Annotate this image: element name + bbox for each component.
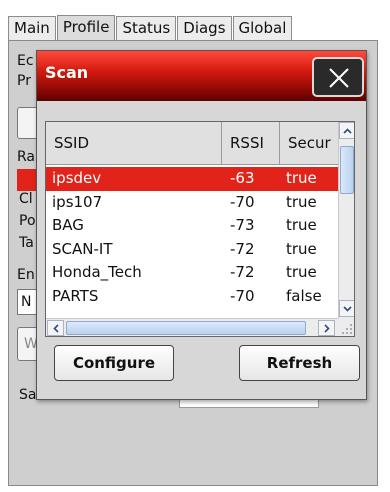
resize-grip-icon	[338, 318, 354, 336]
secure-cell: true	[286, 192, 317, 211]
tab-global[interactable]: Global	[232, 16, 293, 40]
dialog-titlebar: Scan	[37, 51, 366, 101]
tab-diags[interactable]: Diags	[177, 16, 232, 40]
ssid-cell: SCAN-IT	[52, 239, 113, 258]
list-item[interactable]: SCAN-IT -72 true	[46, 238, 338, 262]
close-button[interactable]	[312, 57, 364, 97]
chevron-left-icon	[52, 323, 59, 333]
list-rows: ipsdev -63 true ips107 -70 true BAG -73 …	[46, 167, 338, 308]
secure-cell: true	[286, 263, 317, 281]
secure-cell: false	[286, 286, 322, 305]
chevron-right-icon	[323, 323, 330, 333]
list-item[interactable]: ips107 -70 true	[46, 191, 338, 215]
rssi-cell: -70	[230, 192, 255, 211]
secure-cell: true	[286, 169, 317, 187]
list-header: SSID RSSI Secur	[46, 122, 338, 165]
bg-label-sa: Sa	[19, 387, 37, 403]
bg-label-pr: Pr	[17, 73, 31, 89]
ssid-cell: ipsdev	[52, 169, 102, 187]
tab-main[interactable]: Main	[8, 16, 56, 40]
scroll-down-button[interactable]	[339, 300, 354, 317]
tab-profile[interactable]: Profile	[56, 15, 116, 41]
bg-label-po: Po	[19, 213, 36, 229]
horizontal-scrollbar[interactable]	[46, 318, 338, 336]
bg-label-ec: Ec	[17, 53, 34, 69]
close-icon	[329, 68, 349, 88]
chevron-down-icon	[342, 305, 352, 312]
column-header-rssi[interactable]: RSSI	[222, 122, 280, 165]
scroll-left-button[interactable]	[47, 320, 64, 336]
rssi-cell: -72	[230, 263, 255, 281]
column-header-ssid[interactable]: SSID	[46, 122, 222, 165]
list-item[interactable]: PARTS -70 false	[46, 285, 338, 309]
column-header-secure[interactable]: Secur	[280, 122, 338, 165]
chevron-up-icon	[342, 127, 352, 134]
dialog-title: Scan	[45, 63, 89, 82]
scroll-right-button[interactable]	[318, 320, 335, 336]
ssid-cell: Honda_Tech	[52, 263, 142, 281]
secure-cell: true	[286, 216, 317, 234]
rssi-cell: -63	[230, 169, 255, 187]
list-item[interactable]: ipsdev -63 true	[46, 167, 338, 191]
scroll-up-button[interactable]	[339, 122, 354, 139]
horizontal-scroll-thumb[interactable]	[66, 321, 306, 335]
rssi-cell: -73	[230, 216, 255, 234]
secure-cell: true	[286, 239, 317, 258]
tab-status[interactable]: Status	[116, 16, 177, 40]
ssid-cell: PARTS	[52, 286, 99, 305]
rssi-cell: -70	[230, 286, 255, 305]
bg-label-cl: Cl	[19, 191, 33, 207]
list-item[interactable]: BAG -73 true	[46, 214, 338, 238]
refresh-button[interactable]: Refresh	[239, 345, 360, 381]
tab-bar: Main Profile Status Diags Global	[8, 14, 293, 41]
network-list[interactable]: SSID RSSI Secur ipsdev -63 true ips107 -…	[45, 121, 355, 337]
rssi-cell: -72	[230, 239, 255, 258]
bg-label-ra: Ra	[17, 149, 35, 165]
ssid-cell: ips107	[52, 192, 103, 211]
vertical-scroll-thumb[interactable]	[340, 146, 354, 194]
configure-button[interactable]: Configure	[54, 345, 174, 381]
bg-label-en: En	[17, 267, 35, 283]
bg-label-ta: Ta	[19, 235, 34, 251]
scan-dialog: Scan SSID RSSI Secur ipsdev -63 true ips…	[36, 50, 367, 400]
ssid-cell: BAG	[52, 216, 84, 234]
list-item[interactable]: Honda_Tech -72 true	[46, 261, 338, 285]
vertical-scrollbar[interactable]	[338, 122, 354, 318]
bg-label-n: N	[21, 294, 32, 310]
